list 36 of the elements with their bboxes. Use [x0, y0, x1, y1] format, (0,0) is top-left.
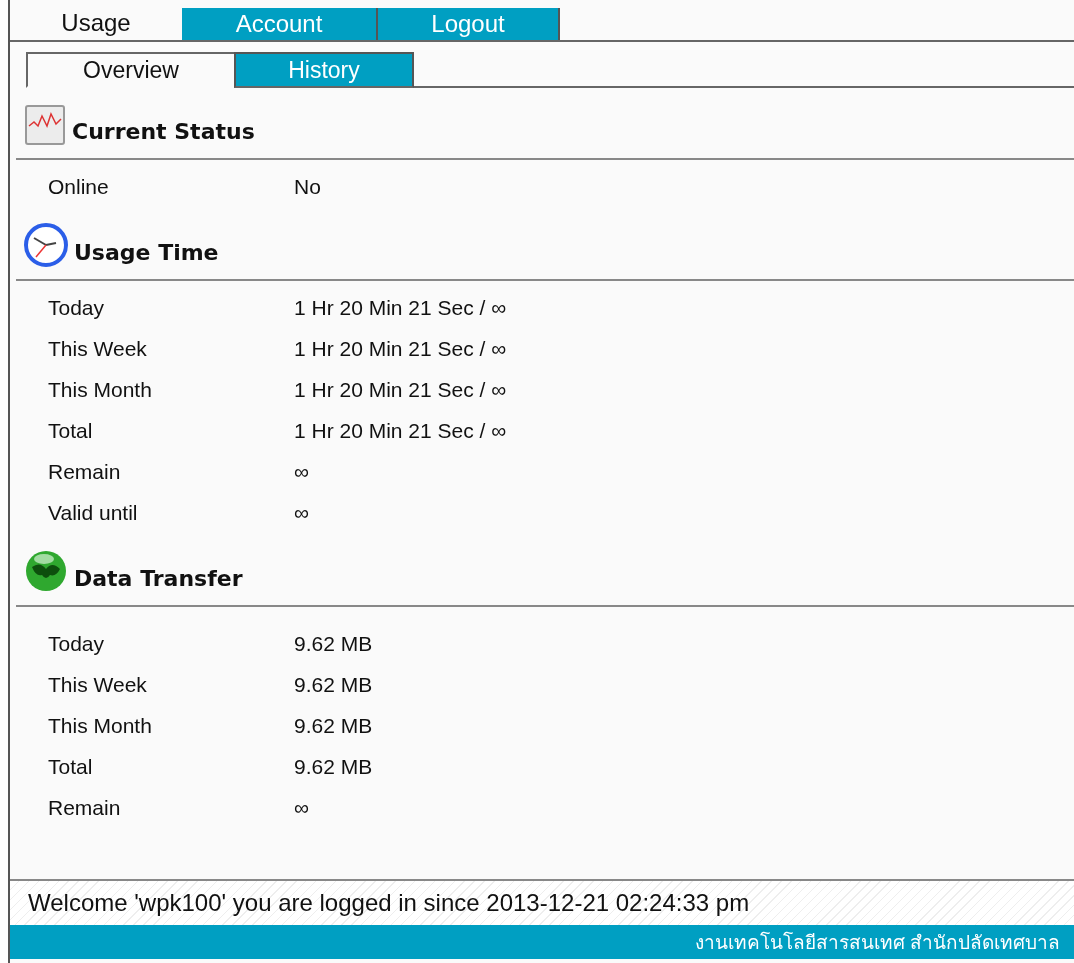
field-value: 1 Hr 20 Min 21 Sec / ∞ [294, 336, 507, 361]
field-value: ∞ [294, 459, 309, 484]
field-label: Remain [48, 459, 122, 484]
footer-bar: งานเทคโนโลยีสารสนเทศ สำนักปลัดเทศบาล [10, 925, 1074, 959]
field-value: 9.62 MB [294, 713, 373, 738]
chart-icon [24, 104, 66, 146]
section-heading: Usage Time [74, 239, 219, 267]
field-value: ∞ [294, 500, 309, 525]
field-value: 9.62 MB [294, 672, 373, 697]
field-label: Online [48, 174, 110, 199]
section-heading: Data Transfer [74, 565, 243, 593]
field-label: Total [48, 418, 94, 443]
section-heading: Current Status [72, 118, 255, 146]
field-label: Total [48, 754, 94, 779]
clock-icon [24, 223, 68, 267]
nav-tab[interactable]: Logout [378, 8, 560, 40]
field-value: No [294, 174, 321, 199]
field-label: Today [48, 295, 106, 320]
field-value: 1 Hr 20 Min 21 Sec / ∞ [294, 295, 507, 320]
field-label: This Week [48, 336, 148, 361]
sub-tab[interactable]: Overview [26, 52, 234, 88]
globe-icon [24, 549, 68, 593]
field-label: Today [48, 631, 106, 656]
welcome-status: Welcome 'wpk100' you are logged in since 2013-12-21 02:24:33 pm [10, 879, 1074, 925]
sub-tab[interactable]: History [234, 52, 414, 88]
nav-tab[interactable]: Account [182, 8, 378, 40]
field-label: This Month [48, 713, 153, 738]
field-value: 1 Hr 20 Min 21 Sec / ∞ [294, 377, 507, 402]
field-value: ∞ [294, 795, 309, 820]
field-value: 9.62 MB [294, 754, 373, 779]
field-value: 9.62 MB [294, 631, 373, 656]
field-label: Valid until [48, 500, 139, 525]
field-label: This Month [48, 377, 153, 402]
field-label: This Week [48, 672, 148, 697]
field-value: 1 Hr 20 Min 21 Sec / ∞ [294, 418, 507, 443]
field-label: Remain [48, 795, 122, 820]
